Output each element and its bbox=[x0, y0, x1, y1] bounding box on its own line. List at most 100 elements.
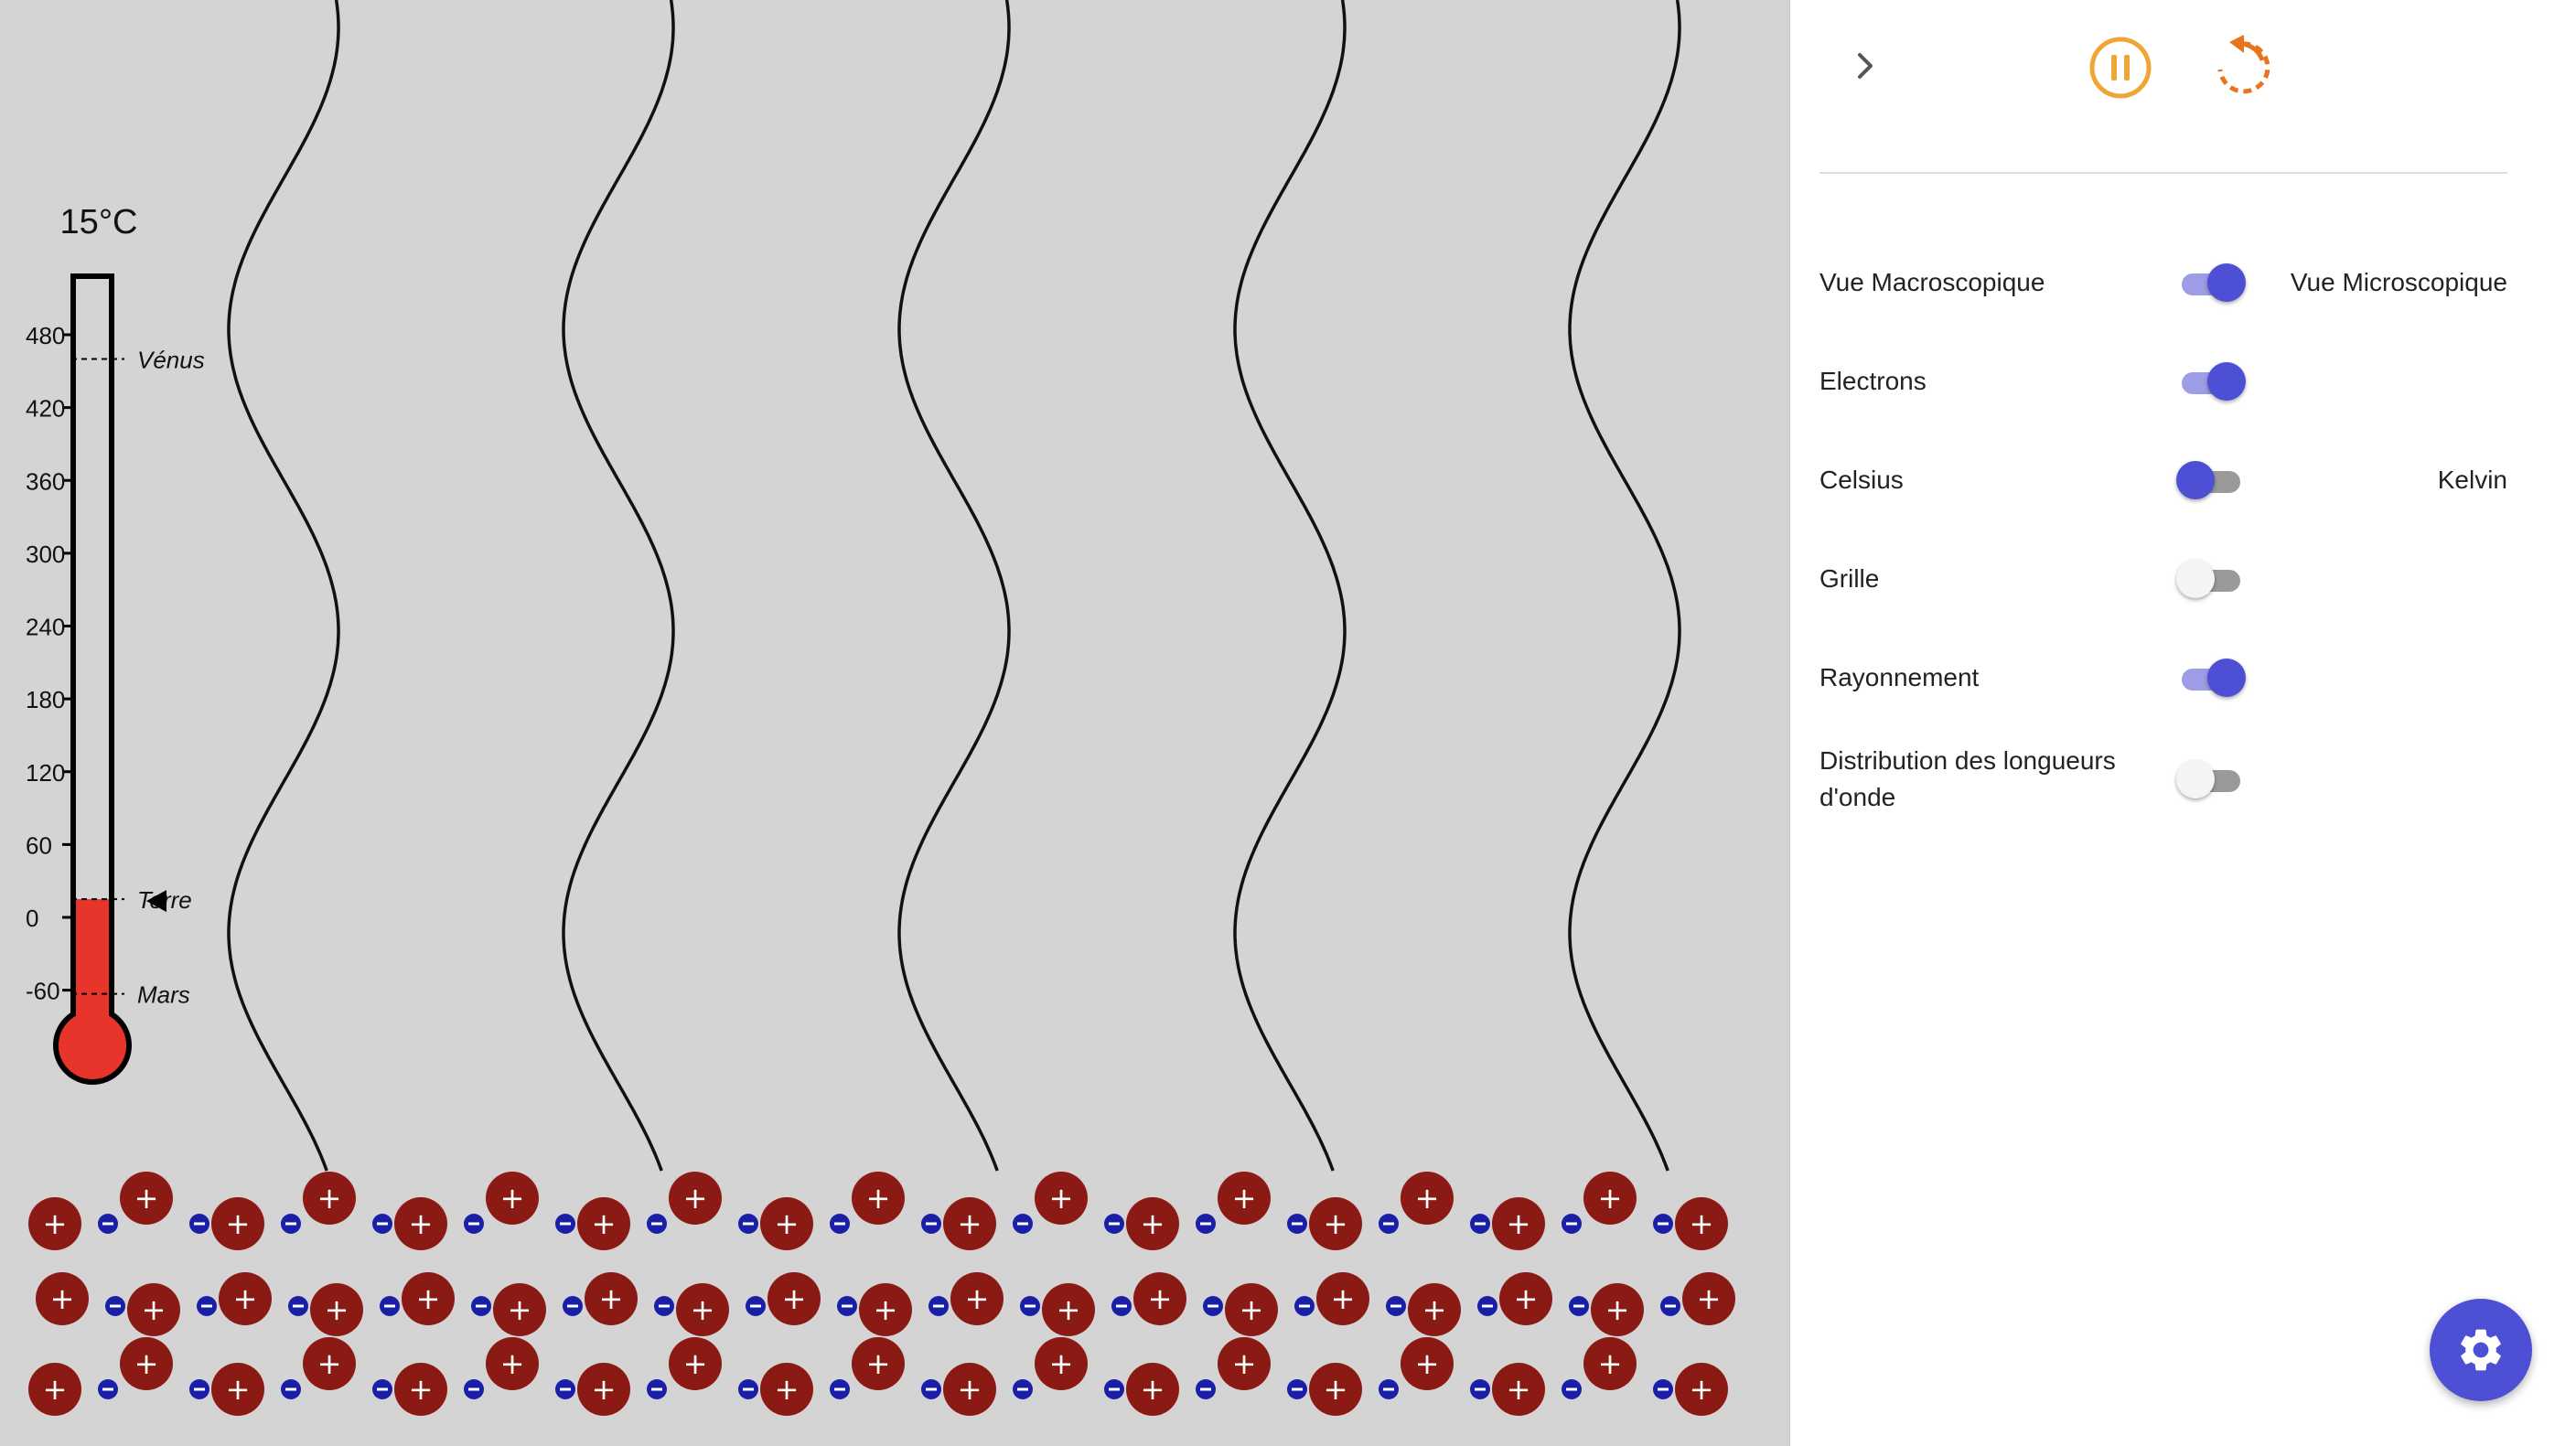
ion-symbol: + bbox=[134, 1346, 159, 1381]
tick-label: 480 bbox=[26, 322, 65, 349]
electron-symbol bbox=[1658, 1222, 1669, 1226]
tick-label: 0 bbox=[26, 905, 38, 932]
positive-ion: + bbox=[28, 1363, 81, 1416]
radiation-label: Rayonnement bbox=[1819, 663, 1980, 691]
ion-symbol: + bbox=[1690, 1206, 1714, 1241]
electron-symbol bbox=[1475, 1387, 1486, 1391]
electron-symbol bbox=[377, 1222, 388, 1226]
temperature-readout: 15°C bbox=[60, 203, 138, 241]
ion-symbol: + bbox=[866, 1346, 891, 1381]
positive-ion: + bbox=[127, 1283, 180, 1336]
electron bbox=[1196, 1379, 1216, 1399]
ion-symbol: + bbox=[50, 1281, 75, 1316]
positive-ion: + bbox=[1492, 1197, 1545, 1250]
toolbar bbox=[1790, 0, 2576, 174]
tick-label: 120 bbox=[26, 759, 65, 787]
ion-symbol: + bbox=[317, 1181, 342, 1216]
positive-ion: + bbox=[943, 1197, 996, 1250]
planet-marker-label: Vénus bbox=[137, 347, 205, 374]
electron bbox=[1294, 1296, 1315, 1316]
electron bbox=[98, 1379, 118, 1399]
electron bbox=[555, 1379, 575, 1399]
reset-button[interactable] bbox=[2209, 33, 2275, 99]
electron bbox=[372, 1214, 392, 1234]
electron-symbol bbox=[651, 1387, 662, 1391]
positive-ion: + bbox=[1499, 1272, 1552, 1325]
positive-ion: + bbox=[577, 1197, 630, 1250]
electron bbox=[921, 1379, 941, 1399]
radiation-wave bbox=[1568, 0, 1681, 1172]
positive-ion: + bbox=[1401, 1337, 1454, 1390]
electron bbox=[1562, 1214, 1582, 1234]
ion-symbol: + bbox=[1232, 1181, 1257, 1216]
electron bbox=[1562, 1379, 1582, 1399]
ion-symbol: + bbox=[1415, 1346, 1440, 1381]
positive-ion: + bbox=[767, 1272, 821, 1325]
positive-ion: + bbox=[1675, 1197, 1728, 1250]
view-toggle[interactable] bbox=[2176, 262, 2246, 303]
electron-symbol bbox=[743, 1387, 754, 1391]
pause-button[interactable] bbox=[2088, 35, 2153, 101]
lattice-row: + + + + + + + + + + + + + + + + + + + bbox=[28, 1337, 1728, 1416]
ion-symbol: + bbox=[325, 1292, 349, 1327]
positive-ion: + bbox=[394, 1197, 447, 1250]
electron bbox=[189, 1379, 209, 1399]
wavelength-toggle[interactable] bbox=[2176, 759, 2246, 799]
electron bbox=[1013, 1214, 1033, 1234]
electron bbox=[1104, 1379, 1124, 1399]
units-toggle[interactable] bbox=[2176, 460, 2246, 500]
electron-symbol bbox=[110, 1304, 121, 1308]
ion-symbol: + bbox=[1690, 1372, 1714, 1407]
positive-ion: + bbox=[676, 1283, 729, 1336]
chevron-right-icon[interactable] bbox=[1847, 48, 1884, 84]
electron bbox=[746, 1296, 766, 1316]
radiation-wave bbox=[562, 0, 675, 1172]
electron-symbol bbox=[743, 1222, 754, 1226]
lattice-row: + + + + + + + + + + + + + + + + + + + bbox=[36, 1272, 1735, 1336]
electron-symbol bbox=[285, 1222, 296, 1226]
radiation-toggle[interactable] bbox=[2176, 658, 2246, 698]
electron-symbol bbox=[567, 1304, 578, 1308]
gear-icon bbox=[2461, 1329, 2501, 1371]
ion-symbol: + bbox=[1141, 1206, 1165, 1241]
tick-label: 420 bbox=[26, 395, 65, 423]
pause-icon bbox=[2089, 37, 2152, 99]
positive-ion: + bbox=[120, 1172, 173, 1225]
ion-symbol: + bbox=[1422, 1292, 1447, 1327]
ion-symbol: + bbox=[599, 1281, 624, 1316]
ion-symbol: + bbox=[500, 1181, 525, 1216]
kelvin-label: Kelvin bbox=[2437, 466, 2507, 494]
electron bbox=[464, 1214, 484, 1234]
electron bbox=[1379, 1379, 1399, 1399]
electron-symbol bbox=[1566, 1387, 1577, 1391]
electron-symbol bbox=[293, 1304, 304, 1308]
ion-symbol: + bbox=[958, 1206, 982, 1241]
positive-ion: + bbox=[303, 1337, 356, 1390]
ion-symbol: + bbox=[1057, 1292, 1081, 1327]
tick-label: 60 bbox=[26, 831, 52, 859]
electron-symbol bbox=[476, 1304, 487, 1308]
ion-symbol: + bbox=[1049, 1181, 1074, 1216]
electron-symbol bbox=[1573, 1304, 1584, 1308]
grid-toggle[interactable] bbox=[2176, 559, 2246, 599]
electron bbox=[563, 1296, 583, 1316]
ion-symbol: + bbox=[142, 1292, 166, 1327]
positive-ion: + bbox=[1126, 1197, 1179, 1250]
ion-symbol: + bbox=[592, 1206, 617, 1241]
ion-symbol: + bbox=[958, 1372, 982, 1407]
radiation-setting: Rayonnement bbox=[1819, 650, 2542, 705]
electron-symbol bbox=[926, 1222, 937, 1226]
positive-ion: + bbox=[486, 1337, 539, 1390]
tick-label: 240 bbox=[26, 614, 65, 641]
ion-symbol: + bbox=[1507, 1206, 1531, 1241]
electron-symbol bbox=[1116, 1304, 1127, 1308]
electron bbox=[647, 1379, 667, 1399]
electron bbox=[281, 1379, 301, 1399]
electrons-toggle[interactable] bbox=[2176, 361, 2246, 402]
electron bbox=[1653, 1379, 1673, 1399]
positive-ion: + bbox=[493, 1283, 546, 1336]
positive-ion: + bbox=[760, 1363, 813, 1416]
ion-symbol: + bbox=[874, 1292, 898, 1327]
settings-button[interactable] bbox=[2430, 1299, 2532, 1401]
electron bbox=[1287, 1379, 1307, 1399]
